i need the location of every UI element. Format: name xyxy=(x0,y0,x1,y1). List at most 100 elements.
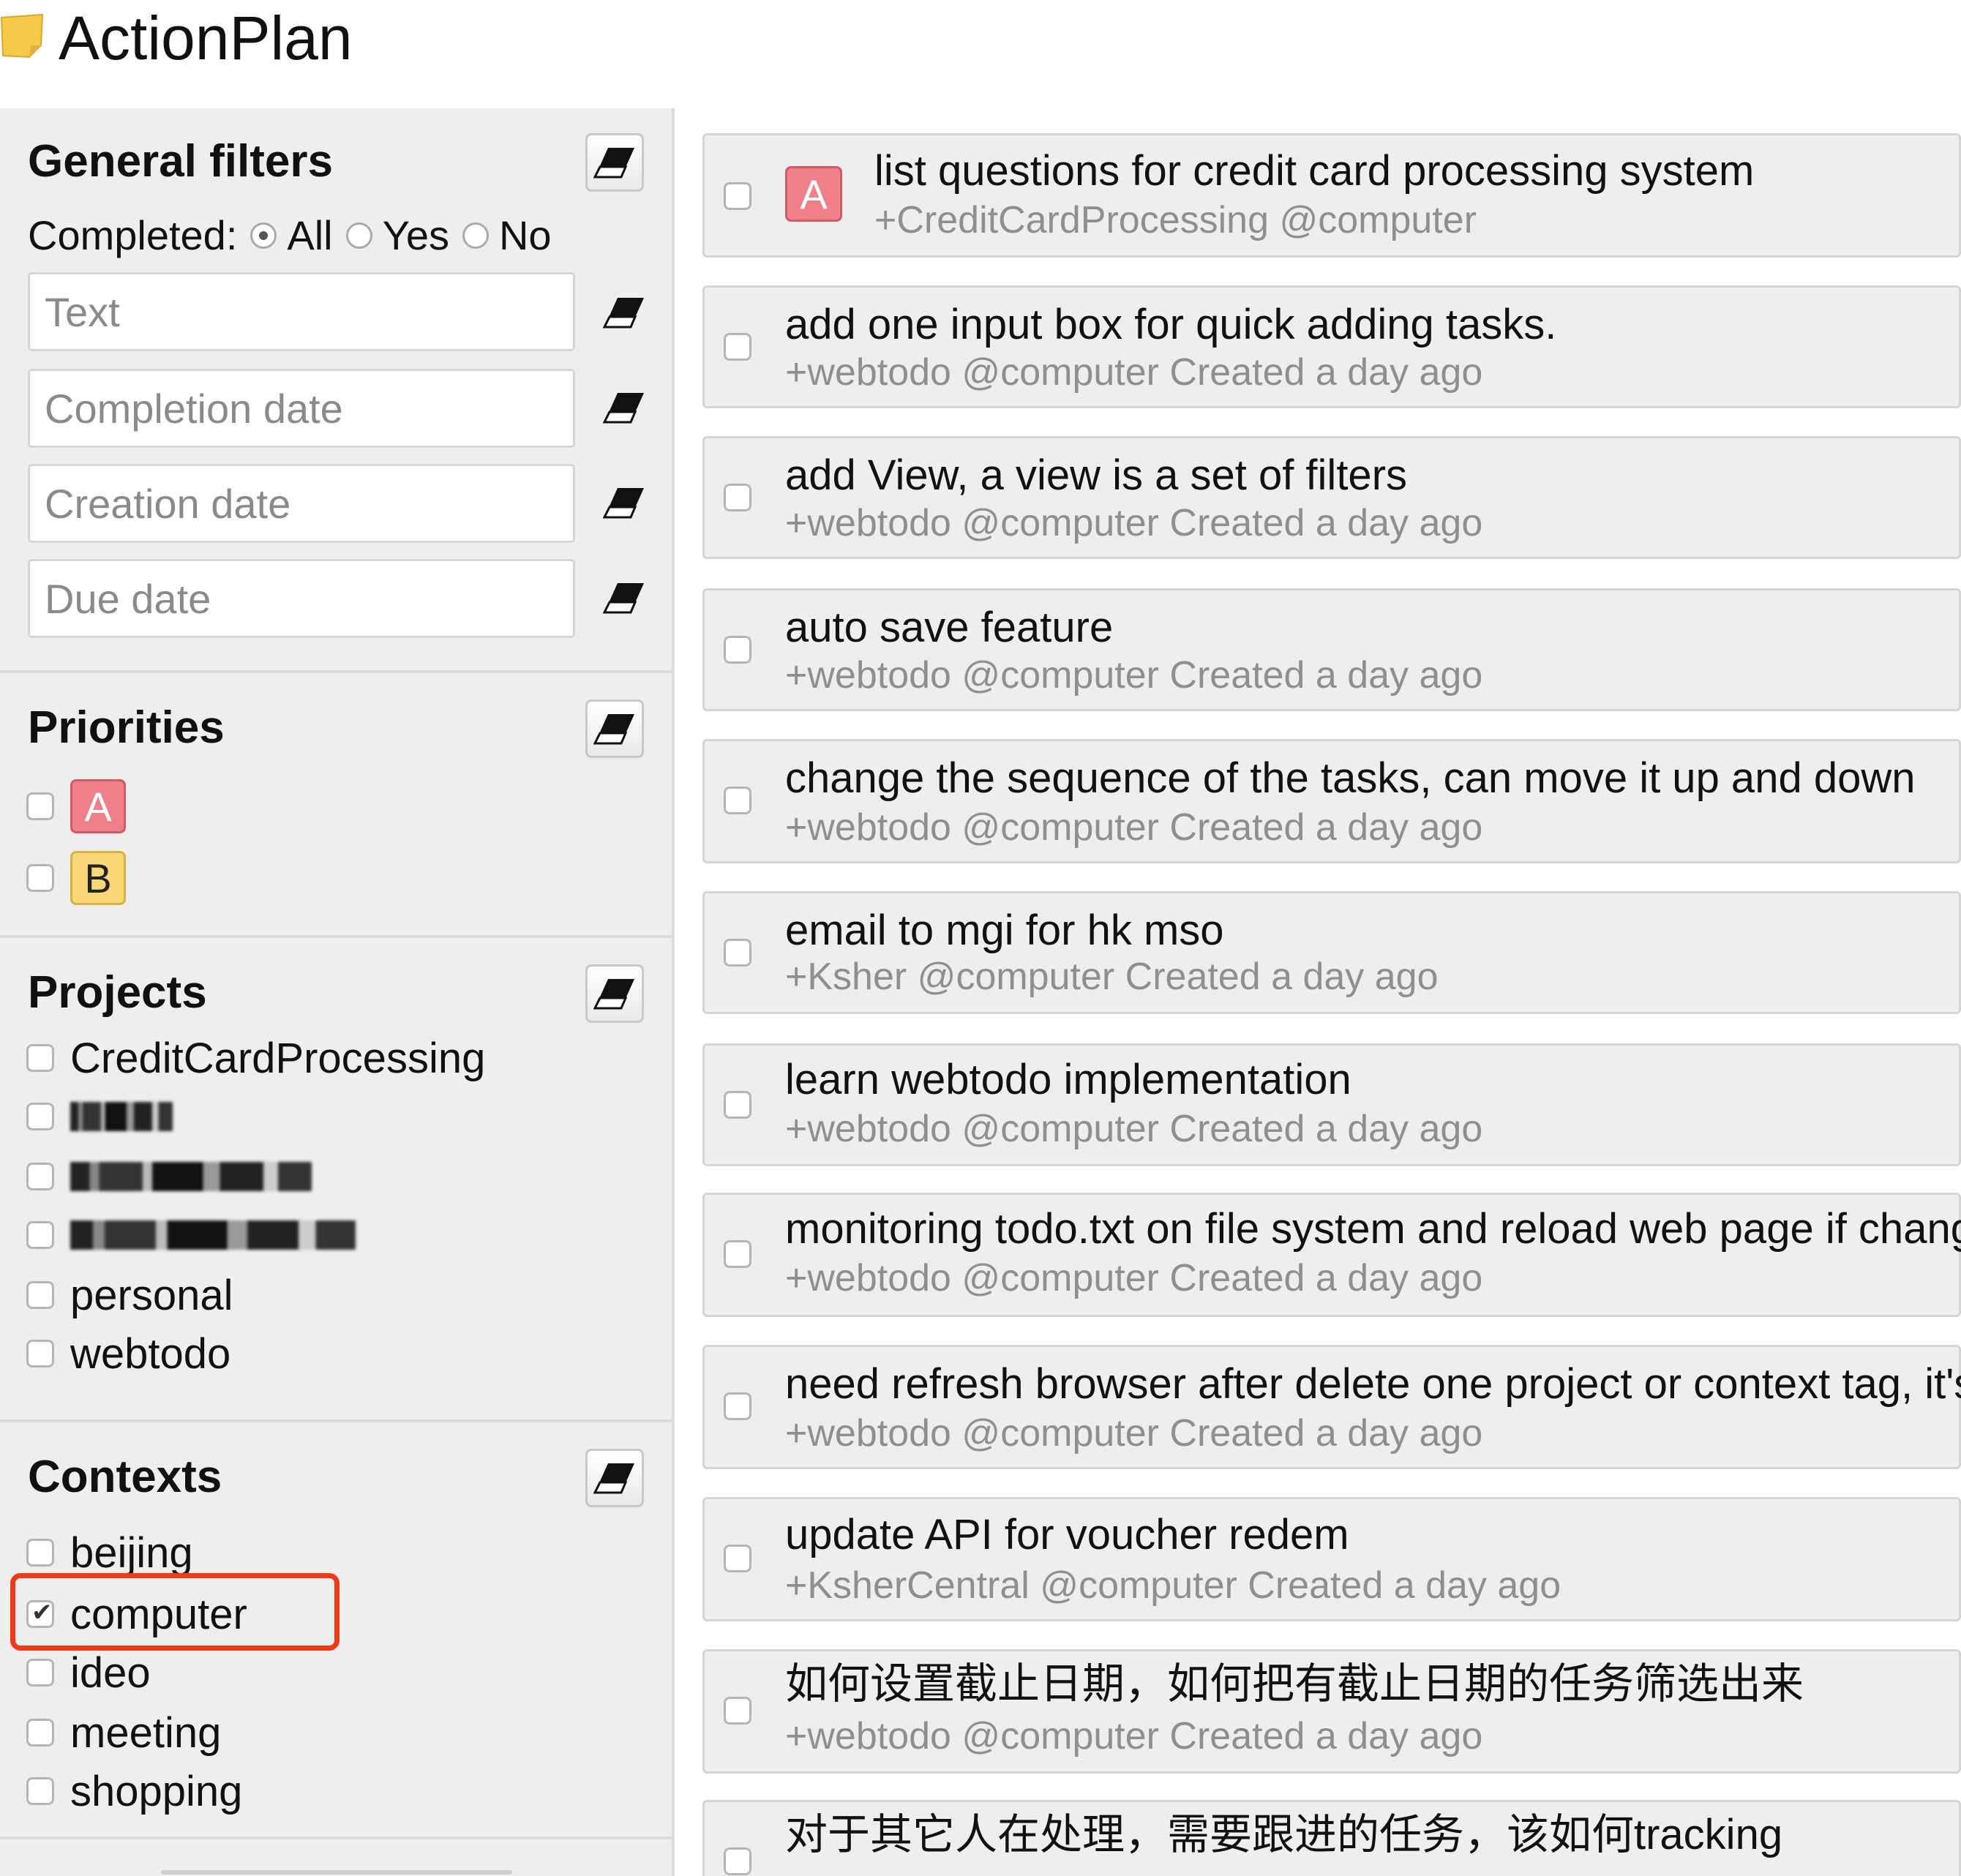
context-item[interactable]: beijing xyxy=(26,1526,193,1579)
project-item[interactable]: personal xyxy=(26,1269,233,1321)
priority-item-a[interactable]: A xyxy=(26,779,126,833)
task-meta: +Ksher @computer Created a day ago xyxy=(785,956,1439,998)
completed-yes-radio[interactable] xyxy=(345,222,372,249)
project-checkbox[interactable] xyxy=(26,1163,54,1190)
task-item[interactable]: monitoring todo.txt on file system and r… xyxy=(702,1193,1961,1317)
task-checkbox[interactable] xyxy=(724,182,751,210)
project-checkbox[interactable] xyxy=(26,1340,54,1367)
text-filter-input[interactable] xyxy=(28,272,575,351)
project-item[interactable]: CreditCardProcessing xyxy=(26,1032,485,1084)
sidebar-footer-bar xyxy=(161,1870,512,1875)
task-meta: +webtodo @computer Created a day ago xyxy=(785,654,1483,697)
task-checkbox[interactable] xyxy=(724,484,751,511)
priority-b-checkbox[interactable] xyxy=(26,864,54,892)
task-item[interactable]: 如何设置截止日期，如何把有截止日期的任务筛选出来 +webtodo @compu… xyxy=(702,1649,1961,1774)
task-title: email to mgi for hk mso xyxy=(785,907,1224,954)
priority-a-badge: A xyxy=(70,779,126,833)
task-title: add one input box for quick adding tasks… xyxy=(785,301,1557,348)
priority-item-b[interactable]: B xyxy=(26,851,126,905)
task-checkbox[interactable] xyxy=(724,333,751,361)
completion-date-input[interactable] xyxy=(28,369,575,448)
completed-no-radio[interactable] xyxy=(462,222,489,249)
task-meta: +webtodo @computer Created a day ago xyxy=(785,1715,1483,1757)
priority-a-checkbox[interactable] xyxy=(26,792,54,820)
task-meta: +webtodo @computer Created a day ago xyxy=(785,1257,1483,1299)
task-title: update API for voucher redem xyxy=(785,1511,1349,1558)
completed-label: Completed: xyxy=(28,212,238,258)
clear-text-filter-button[interactable] xyxy=(599,287,650,338)
task-title: change the sequence of the tasks, can mo… xyxy=(785,754,1916,802)
eraser-icon xyxy=(603,393,644,424)
completed-yes-label: Yes xyxy=(382,212,449,258)
context-label: meeting xyxy=(70,1708,222,1757)
project-checkbox[interactable] xyxy=(26,1103,54,1130)
task-item[interactable]: add View, a view is a set of filters +we… xyxy=(702,436,1961,559)
task-meta: +CreditCardProcessing @computer xyxy=(874,199,1477,241)
task-title: need refresh browser after delete one pr… xyxy=(785,1360,1961,1408)
task-meta: +webtodo @computer Created a day ago xyxy=(785,502,1483,544)
clear-creation-date-button[interactable] xyxy=(599,477,650,528)
clear-general-filters-button[interactable] xyxy=(585,133,644,192)
redacted-project-label xyxy=(70,1220,356,1250)
clear-contexts-button[interactable] xyxy=(585,1449,644,1507)
context-item[interactable]: meeting xyxy=(26,1706,221,1759)
task-checkbox[interactable] xyxy=(724,1240,751,1268)
project-item[interactable] xyxy=(26,1209,356,1261)
eraser-icon xyxy=(603,583,644,614)
clear-priorities-button[interactable] xyxy=(585,699,644,758)
task-item[interactable]: update API for voucher redem +KsherCentr… xyxy=(702,1497,1961,1621)
task-checkbox[interactable] xyxy=(724,1392,751,1420)
creation-date-input[interactable] xyxy=(28,464,575,543)
completed-all-radio[interactable] xyxy=(250,222,277,249)
project-item[interactable] xyxy=(26,1150,312,1203)
clear-projects-button[interactable] xyxy=(585,964,644,1023)
task-meta: +KsherCentral @computer Created a day ag… xyxy=(785,1564,1561,1607)
task-checkbox[interactable] xyxy=(724,1847,751,1875)
project-item[interactable]: webtodo xyxy=(26,1327,230,1380)
task-checkbox[interactable] xyxy=(724,939,751,967)
completed-no-label: No xyxy=(498,212,552,258)
context-item[interactable]: ideo xyxy=(26,1646,151,1699)
eraser-icon xyxy=(593,1463,634,1494)
task-title: 对于其它人在处理，需要跟进的任务，该如何tracking xyxy=(785,1811,1783,1858)
context-checkbox[interactable] xyxy=(26,1777,54,1805)
clear-completion-date-button[interactable] xyxy=(599,382,650,433)
task-item[interactable]: A list questions for credit card process… xyxy=(702,133,1961,258)
project-checkbox[interactable] xyxy=(26,1281,54,1309)
clear-due-date-button[interactable] xyxy=(599,572,650,623)
task-checkbox[interactable] xyxy=(724,1545,751,1572)
project-checkbox[interactable] xyxy=(26,1221,54,1249)
task-title: monitoring todo.txt on file system and r… xyxy=(785,1205,1961,1253)
task-checkbox[interactable] xyxy=(724,1697,751,1725)
project-item[interactable] xyxy=(26,1090,173,1143)
eraser-icon xyxy=(603,488,644,519)
task-title: learn webtodo implementation xyxy=(785,1056,1351,1103)
task-priority-badge: A xyxy=(785,166,842,222)
context-checkbox[interactable] xyxy=(26,1719,54,1746)
task-item[interactable]: change the sequence of the tasks, can mo… xyxy=(702,739,1961,863)
task-checkbox[interactable] xyxy=(724,1091,751,1119)
project-label: CreditCardProcessing xyxy=(70,1034,486,1082)
task-item[interactable]: learn webtodo implementation +webtodo @c… xyxy=(702,1043,1961,1166)
completed-filter: Completed: All Yes No xyxy=(28,209,552,262)
task-title: add View, a view is a set of filters xyxy=(785,451,1408,499)
task-item[interactable]: need refresh browser after delete one pr… xyxy=(702,1345,1961,1469)
eraser-icon xyxy=(593,979,634,1010)
project-label: personal xyxy=(70,1271,233,1319)
task-checkbox[interactable] xyxy=(724,636,751,664)
due-date-input[interactable] xyxy=(28,559,575,638)
projects-title: Projects xyxy=(28,967,207,1018)
context-item[interactable]: shopping xyxy=(26,1765,242,1817)
task-title: 如何设置截止日期，如何把有截止日期的任务筛选出来 xyxy=(785,1660,1804,1708)
context-checkbox[interactable] xyxy=(26,1659,54,1686)
app-header: ActionPlan xyxy=(0,0,1961,107)
task-item[interactable]: auto save feature +webtodo @computer Cre… xyxy=(702,588,1961,711)
task-item[interactable]: 对于其它人在处理，需要跟进的任务，该如何tracking xyxy=(702,1800,1961,1876)
context-checkbox[interactable] xyxy=(26,1539,54,1567)
redacted-project-label xyxy=(70,1162,312,1191)
task-item[interactable]: add one input box for quick adding tasks… xyxy=(702,285,1961,408)
project-checkbox[interactable] xyxy=(26,1044,54,1072)
task-checkbox[interactable] xyxy=(724,787,751,814)
task-meta: +webtodo @computer Created a day ago xyxy=(785,806,1483,849)
task-item[interactable]: email to mgi for hk mso +Ksher @computer… xyxy=(702,891,1961,1014)
